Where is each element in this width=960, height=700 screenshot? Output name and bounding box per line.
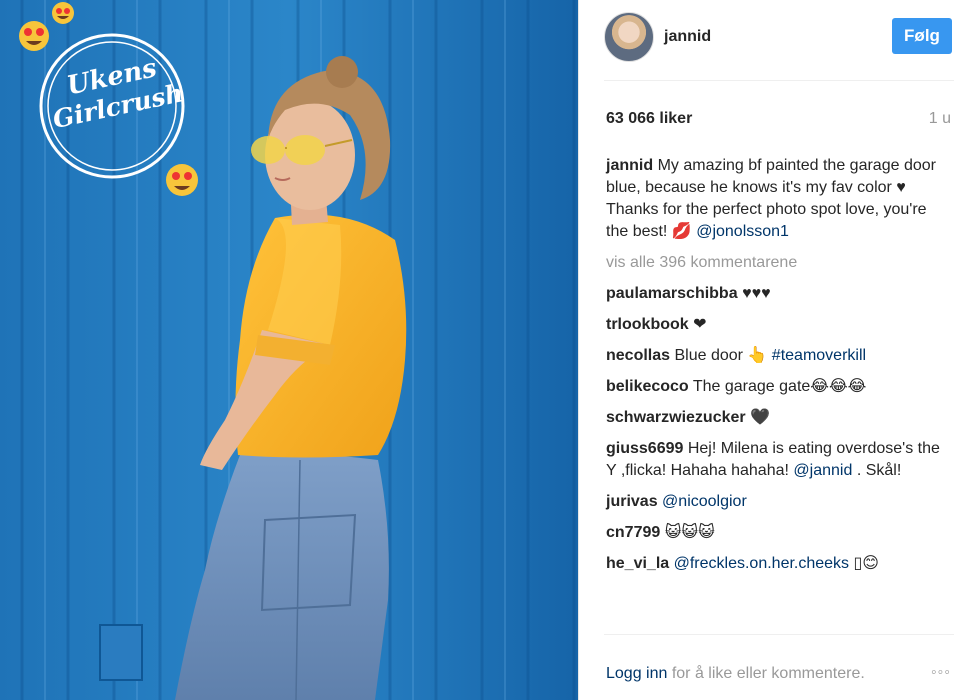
comment-username[interactable]: trlookbook (606, 316, 689, 333)
comment-text: ♥♥♥ (742, 285, 771, 302)
follow-button[interactable]: Følg (892, 18, 952, 54)
comment-username[interactable]: paulamarschibba (606, 285, 738, 302)
login-link[interactable]: Logg inn (606, 665, 667, 682)
comment-hashtag[interactable]: #teamoverkill (772, 347, 866, 364)
comment-mention[interactable]: @jannid (793, 462, 852, 479)
post-panel: jannid Følg 63 066 liker 1 u jannid My a… (578, 0, 960, 700)
login-prompt-text: for å like eller kommentere. (667, 665, 865, 682)
comment-item: trlookbook ❤ (606, 314, 951, 336)
comment-text: Blue door 👆 (674, 347, 768, 364)
comment-item: paulamarschibba ♥♥♥ (606, 283, 951, 305)
comment-username[interactable]: belikecoco (606, 378, 689, 395)
comment-mention[interactable]: @freckles.on.her.cheeks (674, 555, 849, 572)
comment-item: necollas Blue door 👆 #teamoverkill (606, 345, 951, 367)
comment-username[interactable]: cn7799 (606, 524, 660, 541)
likes-count[interactable]: 63 066 liker (606, 110, 692, 128)
post-time[interactable]: 1 u (929, 110, 951, 128)
comment-item: jurivas @nicoolgior (606, 491, 951, 513)
post-photo[interactable]: Ukens Girlcrush (0, 0, 578, 700)
comment-item: belikecoco The garage gate😂😂😂 (606, 376, 951, 398)
comments-list: jannid My amazing bf painted the garage … (606, 155, 951, 584)
comment-username[interactable]: schwarzwiezucker (606, 409, 746, 426)
comment-text: 😺😺😺 (664, 524, 715, 541)
post-username[interactable]: jannid (664, 28, 711, 46)
comment-username[interactable]: he_vi_la (606, 555, 669, 572)
comment-item: schwarzwiezucker 🖤 (606, 407, 951, 429)
comment-text: The garage gate😂😂😂 (692, 378, 867, 395)
comment-item: giuss6699 Hej! Milena is eating overdose… (606, 438, 951, 482)
comment-item: cn7799 😺😺😺 (606, 522, 951, 544)
comment-text: ❤ (693, 316, 707, 333)
view-all-comments-link[interactable]: vis alle 396 kommentarene (606, 252, 951, 274)
comment-username[interactable]: jurivas (606, 493, 658, 510)
caption: jannid My amazing bf painted the garage … (606, 155, 951, 243)
comment-mention[interactable]: @nicoolgior (662, 493, 747, 510)
divider (604, 634, 954, 635)
avatar[interactable] (604, 12, 654, 62)
comment-username[interactable]: necollas (606, 347, 670, 364)
comment-item: he_vi_la @freckles.on.her.cheeks ▯😊 (606, 553, 951, 575)
login-prompt: Logg inn for å like eller kommentere. (606, 665, 865, 683)
comment-text: 🖤 (750, 409, 770, 426)
caption-mention[interactable]: @jonolsson1 (696, 223, 789, 240)
more-options-icon[interactable]: ◦◦◦ (931, 664, 951, 682)
comment-username[interactable]: giuss6699 (606, 440, 683, 457)
post-header: jannid Følg (579, 0, 960, 80)
comment-suffix: ▯😊 (853, 555, 879, 572)
divider (604, 80, 954, 81)
caption-username[interactable]: jannid (606, 157, 653, 174)
comment-suffix: . Skål! (856, 462, 902, 479)
